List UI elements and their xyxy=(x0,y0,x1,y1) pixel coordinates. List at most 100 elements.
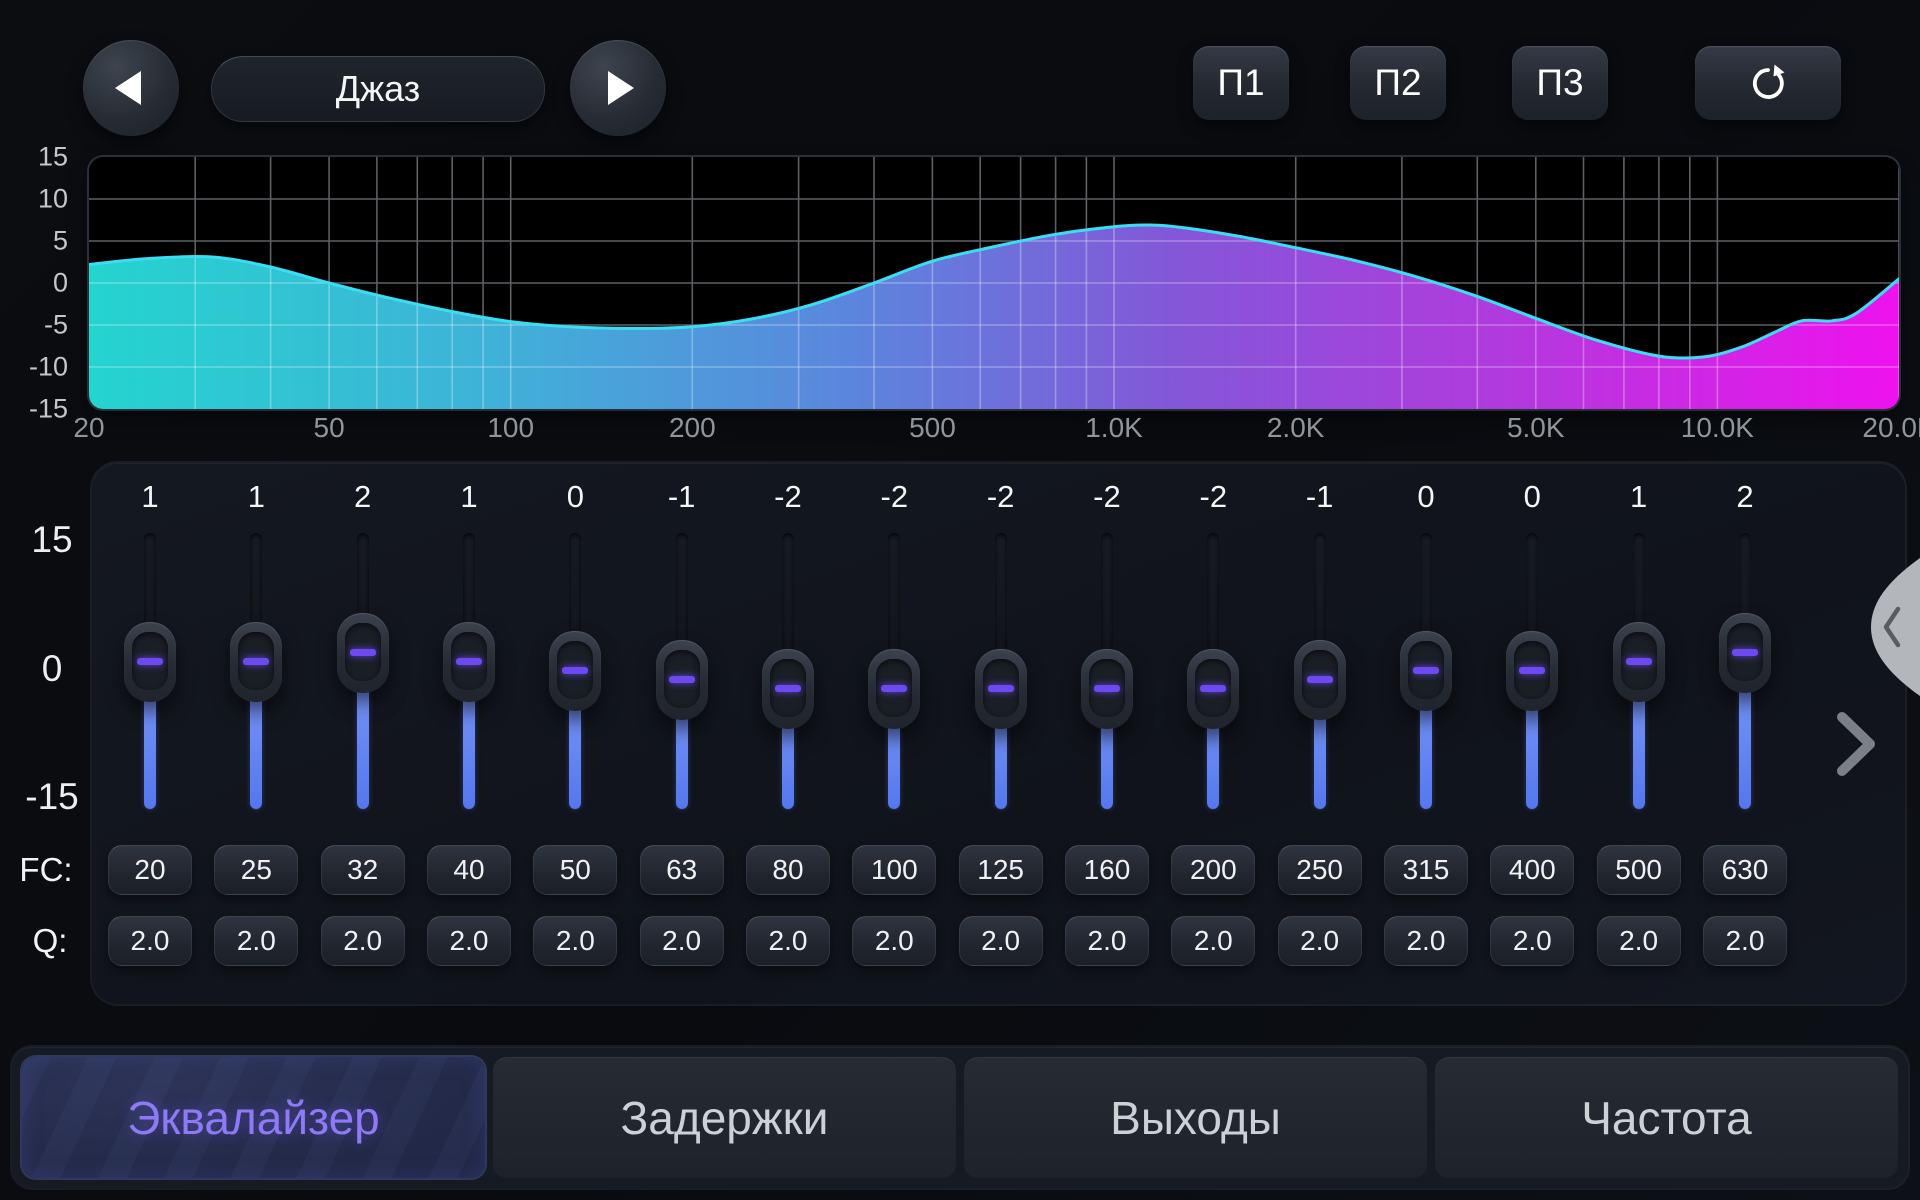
band-q-button[interactable]: 2.0 xyxy=(427,916,511,966)
band-q-button[interactable]: 2.0 xyxy=(959,916,1043,966)
x-tick-label: 1.0K xyxy=(1085,412,1143,444)
band-fc-button[interactable]: 125 xyxy=(959,845,1043,895)
band-fc-button[interactable]: 80 xyxy=(746,845,830,895)
memory-button-2[interactable]: П2 xyxy=(1350,46,1446,120)
band-slider-thumb[interactable] xyxy=(1187,649,1239,729)
band-fc-button[interactable]: 40 xyxy=(427,845,511,895)
arrow-left-icon xyxy=(115,71,141,105)
band-q-button[interactable]: 2.0 xyxy=(746,916,830,966)
band-fc-button[interactable]: 63 xyxy=(640,845,724,895)
band-q-button[interactable]: 2.0 xyxy=(1597,916,1681,966)
band-q-button[interactable]: 2.0 xyxy=(1490,916,1574,966)
band-q-button[interactable]: 2.0 xyxy=(852,916,936,966)
band-q-button[interactable]: 2.0 xyxy=(1065,916,1149,966)
band-q-button[interactable]: 2.0 xyxy=(1278,916,1362,966)
band-q-button[interactable]: 2.0 xyxy=(533,916,617,966)
eq-band-25: 1252.0 xyxy=(203,463,309,1004)
band-fc-button[interactable]: 20 xyxy=(108,845,192,895)
band-gain-value: 2 xyxy=(1692,479,1798,515)
preset-next-button[interactable] xyxy=(570,40,666,136)
thumb-dash-icon xyxy=(1200,685,1226,692)
band-gain-value: -1 xyxy=(629,479,735,515)
band-slider-thumb[interactable] xyxy=(124,622,176,702)
memory-button-3[interactable]: П3 xyxy=(1512,46,1608,120)
band-gain-value: 2 xyxy=(310,479,416,515)
band-fc-button[interactable]: 250 xyxy=(1278,845,1362,895)
band-slider-thumb[interactable] xyxy=(975,649,1027,729)
preset-prev-button[interactable] xyxy=(83,40,179,136)
band-q-button[interactable]: 2.0 xyxy=(1703,916,1787,966)
band-slider-thumb[interactable] xyxy=(1506,631,1558,711)
band-slider-thumb[interactable] xyxy=(762,649,814,729)
x-tick-label: 5.0K xyxy=(1507,412,1565,444)
band-q-button[interactable]: 2.0 xyxy=(108,916,192,966)
slider-scale-label: 0 xyxy=(42,648,63,690)
eq-curve-plot xyxy=(89,157,1899,409)
eq-band-20: 1202.0 xyxy=(97,463,203,1004)
band-gain-value: -2 xyxy=(841,479,947,515)
thumb-dash-icon xyxy=(988,685,1014,692)
band-fc-button[interactable]: 500 xyxy=(1597,845,1681,895)
thumb-dash-icon xyxy=(1732,649,1758,656)
tab-outputs[interactable]: Выходы xyxy=(964,1057,1427,1178)
thumb-dash-icon xyxy=(350,649,376,656)
band-fc-button[interactable]: 32 xyxy=(321,845,405,895)
band-fc-button[interactable]: 50 xyxy=(533,845,617,895)
reset-button[interactable] xyxy=(1695,46,1841,120)
chevron-right-icon xyxy=(1842,717,1870,771)
band-fc-button[interactable]: 200 xyxy=(1171,845,1255,895)
arrow-right-icon xyxy=(608,71,634,105)
band-fc-button[interactable]: 25 xyxy=(214,845,298,895)
eq-band-100: -2 100 2.0 xyxy=(841,463,947,1004)
thumb-dash-icon xyxy=(456,658,482,665)
y-tick-label: 10 xyxy=(0,184,68,215)
band-q-button[interactable]: 2.0 xyxy=(1384,916,1468,966)
band-gain-value: -2 xyxy=(1054,479,1160,515)
tab-equalizer[interactable]: Эквалайзер xyxy=(22,1057,485,1178)
tab-frequency[interactable]: Частота xyxy=(1435,1057,1898,1178)
band-q-button[interactable]: 2.0 xyxy=(640,916,724,966)
band-slider-thumb[interactable] xyxy=(656,640,708,720)
next-bands-button[interactable] xyxy=(1832,708,1880,780)
x-tick-label: 2.0K xyxy=(1267,412,1325,444)
band-q-button[interactable]: 2.0 xyxy=(214,916,298,966)
band-gain-value: 1 xyxy=(416,479,522,515)
tab-delays[interactable]: Задержки xyxy=(493,1057,956,1178)
band-slider-thumb[interactable] xyxy=(1294,640,1346,720)
band-slider-thumb[interactable] xyxy=(868,649,920,729)
band-gain-value: -2 xyxy=(1160,479,1266,515)
band-slider-thumb[interactable] xyxy=(1613,622,1665,702)
thumb-dash-icon xyxy=(562,667,588,674)
band-fc-button[interactable]: 160 xyxy=(1065,845,1149,895)
eq-band-400: 04002.0 xyxy=(1479,463,1585,1004)
band-slider-thumb[interactable] xyxy=(443,622,495,702)
bottom-tabbar: ЭквалайзерЗадержкиВыходыЧастота xyxy=(12,1047,1908,1188)
band-q-button[interactable]: 2.0 xyxy=(321,916,405,966)
thumb-dash-icon xyxy=(243,658,269,665)
eq-band-200: -2 200 2.0 xyxy=(1160,463,1266,1004)
graph-x-axis: 20501002005001.0K2.0K5.0K10.0K20.0K xyxy=(0,412,1920,448)
preset-selector[interactable]: Джаз xyxy=(211,56,545,122)
band-slider-thumb[interactable] xyxy=(337,613,389,693)
band-slider-thumb[interactable] xyxy=(1081,649,1133,729)
thumb-dash-icon xyxy=(1094,685,1120,692)
x-tick-label: 20.0K xyxy=(1862,412,1920,444)
band-slider-thumb[interactable] xyxy=(230,622,282,702)
band-slider-thumb[interactable] xyxy=(1400,631,1452,711)
band-fc-button[interactable]: 630 xyxy=(1703,845,1787,895)
band-slider-thumb[interactable] xyxy=(549,631,601,711)
band-fc-button[interactable]: 100 xyxy=(852,845,936,895)
thumb-dash-icon xyxy=(1626,658,1652,665)
slider-scale-label: -15 xyxy=(25,776,78,818)
x-tick-label: 10.0K xyxy=(1681,412,1754,444)
x-tick-label: 20 xyxy=(73,412,104,444)
y-tick-label: -5 xyxy=(0,310,68,341)
preset-name: Джаз xyxy=(336,68,421,110)
band-fc-button[interactable]: 400 xyxy=(1490,845,1574,895)
band-slider-thumb[interactable] xyxy=(1719,613,1771,693)
memory-button-1[interactable]: П1 xyxy=(1193,46,1289,120)
band-gain-value: -2 xyxy=(948,479,1054,515)
band-fc-button[interactable]: 315 xyxy=(1384,845,1468,895)
side-drawer-handle[interactable] xyxy=(1858,556,1920,698)
band-q-button[interactable]: 2.0 xyxy=(1171,916,1255,966)
